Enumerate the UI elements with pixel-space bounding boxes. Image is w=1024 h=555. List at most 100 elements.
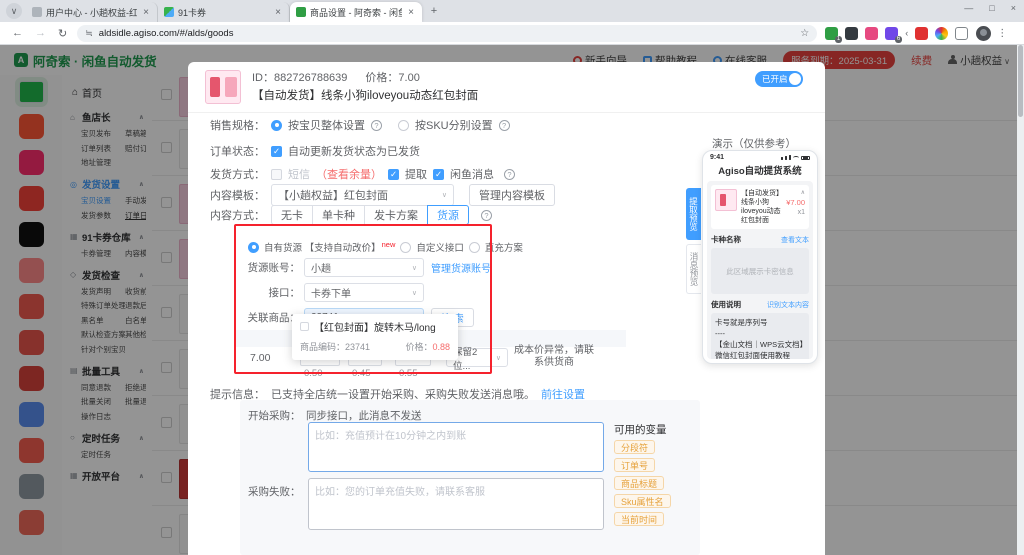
window-minimize-button[interactable]: — xyxy=(964,3,973,13)
address-bar[interactable]: ≒ aldsidle.agiso.com/#/alds/goods ☆ xyxy=(77,24,818,42)
radio-own-supply-label[interactable]: 自有货源 【支持自动改价】new xyxy=(264,240,395,254)
help-icon[interactable]: ? xyxy=(504,168,515,180)
view-text-link[interactable]: 查看文本 xyxy=(781,235,809,245)
auto-update-checkbox[interactable] xyxy=(271,145,282,157)
tab-supply[interactable]: 货源 xyxy=(427,205,469,225)
profile-avatar[interactable] xyxy=(976,25,992,41)
variable-tag[interactable]: 商品标题 xyxy=(614,476,665,490)
browser-menu-icon[interactable]: ⋮ xyxy=(997,28,1007,39)
sms-checkbox[interactable] xyxy=(271,168,282,180)
usage-instructions: 卡号就是序列号 ---- 【金山文档｜WPS云文档】微信红包封面使用教程 htt… xyxy=(711,313,809,359)
linked-goods-label: 关联商品： xyxy=(247,312,301,324)
collapse-extensions-icon[interactable]: ‹ xyxy=(905,28,908,38)
recognize-text-link[interactable]: 识别文本内容 xyxy=(767,300,809,310)
window-maximize-button[interactable]: □ xyxy=(989,3,994,13)
variable-tag[interactable]: 当前时间 xyxy=(614,512,665,526)
wifi-icon xyxy=(793,156,799,160)
content-template-select[interactable]: 【小趟权益】红包封面 ∨ xyxy=(271,184,454,206)
tab-close-icon[interactable]: × xyxy=(273,7,283,18)
tab-close-icon[interactable]: × xyxy=(406,7,416,18)
product-thumbnail xyxy=(715,189,737,211)
extension-icon-green[interactable]: 1 xyxy=(825,26,843,43)
radio-direct-charge-label[interactable]: 直充方案 xyxy=(485,240,523,254)
option-checkbox[interactable] xyxy=(300,322,309,331)
order-card: 【自动发货】线条小狗iloveyou动态红包封面 ∧ ¥7.00 x1 xyxy=(711,185,809,229)
help-icon[interactable]: ? xyxy=(498,119,510,131)
start-purchase-textarea[interactable] xyxy=(308,422,604,472)
new-tab-button[interactable]: + xyxy=(426,3,442,19)
extract-label[interactable]: 提取 xyxy=(405,166,427,182)
status-icons xyxy=(781,155,810,160)
extension-icon-colorful[interactable] xyxy=(935,26,949,40)
card-secret-placeholder: 此区域展示卡密信息 xyxy=(711,248,809,294)
browser-tab-goods-settings[interactable]: 商品设置 - 阿奇索 - 闲鱼自动发货 × xyxy=(290,2,422,22)
radio-own-supply[interactable] xyxy=(248,241,259,253)
help-icon[interactable]: ? xyxy=(371,119,382,131)
tab-message-preview[interactable]: 消息预览 xyxy=(686,244,701,294)
dropdown-option[interactable]: 【红包封面】旋转木马/long xyxy=(300,319,450,334)
ship-method-label: 发货方式： xyxy=(210,169,265,181)
sms-quota-link[interactable]: （查看余量） xyxy=(316,166,382,182)
radio-by-sku[interactable] xyxy=(398,119,409,131)
product-price: 价格：7.00 xyxy=(365,72,420,84)
tab-extract-preview[interactable]: 提取预览 xyxy=(686,188,701,240)
goods-settings-modal: ID：882726788639 价格：7.00 【自动发货】线条小狗ilovey… xyxy=(188,62,825,555)
help-icon[interactable]: ? xyxy=(481,209,492,221)
extract-checkbox[interactable] xyxy=(388,168,399,180)
extension-icon-red[interactable] xyxy=(915,26,929,40)
manage-supply-account-link[interactable]: 管理货源账号 xyxy=(431,260,491,275)
extension-icon-dark[interactable] xyxy=(845,26,859,40)
new-badge: new xyxy=(381,240,396,249)
tab-card-plan[interactable]: 发卡方案 xyxy=(364,205,428,225)
radio-by-item[interactable] xyxy=(271,119,282,131)
variable-tag[interactable]: 订单号 xyxy=(614,458,656,472)
browser-tab-user-center[interactable]: 用户中心 - 小趟权益-红包封面 × xyxy=(26,2,158,22)
tab-favicon xyxy=(164,7,174,17)
back-button[interactable]: ← xyxy=(12,27,23,39)
order-status-label: 订单状态： xyxy=(210,146,265,158)
enabled-toggle[interactable]: 已开启 xyxy=(755,71,803,87)
radio-by-sku-label[interactable]: 按SKU分别设置 xyxy=(415,117,493,133)
product-id: ID：882726788639 xyxy=(252,72,348,84)
tab-favicon xyxy=(296,7,306,17)
radio-custom-api-label[interactable]: 自定义接口 xyxy=(416,240,464,254)
toggle-knob xyxy=(789,73,801,85)
browser-chrome: ∨ 用户中心 - 小趟权益-红包封面 × 91卡券 × 商品设置 - 阿奇索 -… xyxy=(0,0,1024,45)
purchase-fail-label: 采购失败： xyxy=(248,486,301,498)
forward-button[interactable]: → xyxy=(35,27,46,39)
radio-by-item-label[interactable]: 按宝贝整体设置 xyxy=(288,117,365,133)
radio-custom-api[interactable] xyxy=(400,241,412,253)
order-card-qty: x1 xyxy=(797,209,805,216)
tab-close-icon[interactable]: × xyxy=(141,7,151,18)
variable-tag[interactable]: 分段符 xyxy=(614,440,656,454)
scrollbar-thumb[interactable] xyxy=(1018,45,1023,117)
bookmark-star-icon[interactable]: ☆ xyxy=(800,28,809,39)
chevron-up-icon[interactable]: ∧ xyxy=(801,189,805,196)
fish-message-label[interactable]: 闲鱼消息 xyxy=(450,166,494,182)
window-close-button[interactable]: × xyxy=(1011,3,1016,13)
chevron-down-icon: ∨ xyxy=(411,264,417,272)
tab-search-button[interactable]: ∨ xyxy=(6,3,22,19)
phone-preview: 9:41 Agiso自动提货系统 【自动发货】线条小狗iloveyou动态红包封… xyxy=(702,150,818,364)
tab-no-card[interactable]: 无卡 xyxy=(271,205,313,225)
tab-single-card[interactable]: 单卡种 xyxy=(312,205,365,225)
purchase-fail-textarea[interactable] xyxy=(308,478,604,530)
variable-tag[interactable]: Sku属性名 xyxy=(614,494,671,508)
browser-toolbar: ← → ↻ ≒ aldsidle.agiso.com/#/alds/goods … xyxy=(0,22,1024,45)
tab-strip: ∨ 用户中心 - 小趟权益-红包封面 × 91卡券 × 商品设置 - 阿奇索 -… xyxy=(0,0,1024,22)
auto-update-label[interactable]: 自动更新发货状态为已发货 xyxy=(288,143,420,159)
helper-value: 0.50 xyxy=(304,368,323,379)
extensions-puzzle-icon[interactable] xyxy=(955,26,969,40)
radio-direct-charge[interactable] xyxy=(468,241,480,253)
helper-value: 0.45 xyxy=(352,368,371,379)
extension-icon-purple[interactable]: 6 xyxy=(885,26,903,43)
supply-account-select[interactable]: 小趟 ∨ xyxy=(304,258,424,277)
browser-tab-91kaquan[interactable]: 91卡券 × xyxy=(158,2,290,22)
extension-icon-pink[interactable] xyxy=(865,26,879,40)
site-info-icon[interactable]: ≒ xyxy=(85,28,93,39)
api-select[interactable]: 卡券下单 ∨ xyxy=(304,283,424,302)
manage-template-button[interactable]: 管理内容模板 xyxy=(469,184,555,206)
scrollbar[interactable] xyxy=(1017,45,1024,555)
reload-button[interactable]: ↻ xyxy=(58,27,67,40)
fish-message-checkbox[interactable] xyxy=(433,168,444,180)
